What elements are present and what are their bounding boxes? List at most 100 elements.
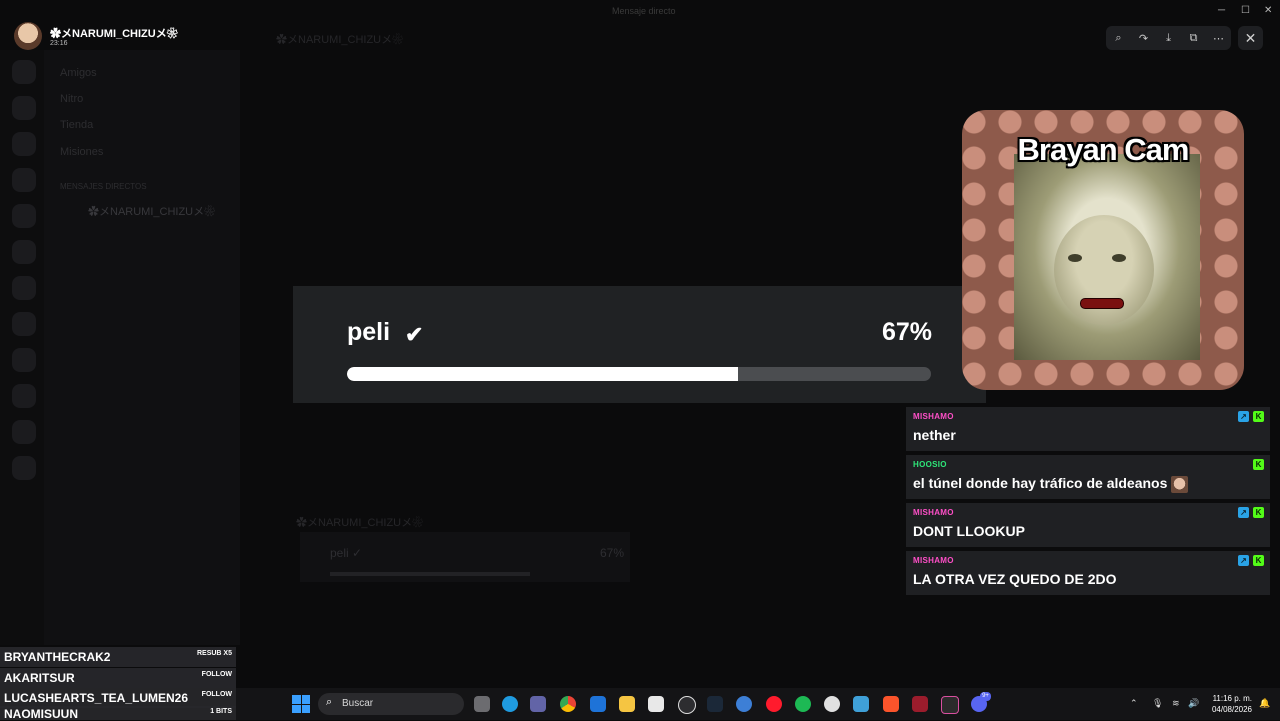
store-icon[interactable]: [648, 696, 664, 712]
search-icon: ⌕: [326, 696, 333, 708]
poll-percentage: 67%: [881, 318, 932, 346]
chat-text: DONT LLOOKUP: [913, 523, 1025, 539]
poll-title: peli: [347, 318, 391, 346]
webcam-overlay: Brayan Cam: [962, 110, 1244, 390]
cam-eye: [1112, 254, 1126, 262]
server-icon[interactable]: [12, 312, 36, 336]
chat-message: MISHAMO LA OTRA VEZ QUEDO DE 2DO ↗ K: [906, 551, 1270, 595]
edge-icon[interactable]: [502, 696, 518, 712]
minimize-icon[interactable]: ─: [1218, 5, 1225, 16]
avatar[interactable]: [14, 22, 42, 50]
event-tag: 1 BITS: [210, 708, 232, 715]
file-explorer-icon[interactable]: [619, 696, 635, 712]
sidebar-item-shop[interactable]: Tienda: [60, 119, 93, 133]
forward-icon[interactable]: ↷: [1135, 32, 1153, 45]
zoom-icon[interactable]: ⌕: [1110, 32, 1128, 45]
server-icon[interactable]: [12, 60, 36, 84]
server-icon[interactable]: [12, 420, 36, 444]
spotify-icon[interactable]: [795, 696, 811, 712]
chat-text-content: el túnel donde hay tráfico de aldeanos: [913, 475, 1168, 491]
server-icon[interactable]: [12, 168, 36, 192]
sidebar-item-friends[interactable]: Amigos: [60, 67, 97, 81]
chat-message: MISHAMO DONT LLOOKUP ↗ K: [906, 503, 1270, 547]
maximize-icon[interactable]: ☐: [1241, 5, 1250, 16]
chat-text: nether: [913, 427, 956, 443]
cam-title: Brayan Cam: [1017, 132, 1190, 167]
prime-badge-icon: ↗: [1238, 411, 1249, 422]
event-name: BRYANTHECRAK2: [4, 650, 111, 664]
chevron-up-icon[interactable]: ⌃: [1130, 698, 1138, 709]
event-name: AKARITSUR: [4, 671, 75, 685]
prime-badge-icon: ↗: [1238, 507, 1249, 518]
close-viewer-button[interactable]: ✕: [1238, 26, 1263, 50]
background-message-author: ✿メNARUMI_CHIZUメ❀: [296, 517, 424, 529]
open-external-icon[interactable]: ⧉: [1185, 32, 1203, 45]
opera-icon[interactable]: [766, 696, 782, 712]
background-server-list: [0, 50, 44, 645]
server-icon[interactable]: [12, 204, 36, 228]
more-icon[interactable]: ⋯: [1210, 32, 1228, 45]
chat-text: LA OTRA VEZ QUEDO DE 2DO: [913, 571, 1117, 587]
brave-icon[interactable]: [883, 696, 899, 712]
background-poll-title: peli ✓: [330, 546, 363, 560]
server-icon[interactable]: [12, 348, 36, 372]
event-item: BRYANTHECRAK2 RESUB X5: [0, 647, 236, 667]
teams-icon[interactable]: [530, 696, 546, 712]
event-tag: RESUB X5: [196, 650, 232, 657]
server-icon[interactable]: [12, 456, 36, 480]
sidebar-item-nitro[interactable]: Nitro: [60, 93, 83, 107]
background-poll-pct: 67%: [600, 546, 625, 560]
notification-badge: 9+: [980, 692, 991, 701]
volume-icon[interactable]: 🔊: [1188, 698, 1199, 709]
close-window-icon[interactable]: ✕: [1264, 5, 1272, 16]
taskbar-search[interactable]: [318, 693, 464, 715]
sidebar-item-quests[interactable]: Misiones: [60, 146, 103, 160]
event-tag: FOLLOW: [201, 691, 232, 698]
start-button[interactable]: [292, 695, 310, 713]
obs-icon[interactable]: [678, 696, 696, 714]
task-view-icon[interactable]: [474, 696, 490, 712]
event-name: LUCASHEARTS_TEA_LUMEN26: [4, 691, 189, 705]
terminal-icon[interactable]: [941, 696, 959, 714]
server-icon[interactable]: [12, 384, 36, 408]
media-viewer-toolbar: ⌕ ↷ ⤓ ⧉ ⋯: [1106, 26, 1231, 50]
check-icon: ✔: [405, 322, 424, 347]
server-icon[interactable]: [12, 240, 36, 264]
clock-time[interactable]: 11:16 p. m.: [1208, 694, 1252, 703]
mic-icon[interactable]: 🎙: [1152, 698, 1163, 709]
steam-icon[interactable]: [707, 696, 723, 712]
poll-progress-bar: [347, 367, 931, 381]
event-name: NAOMISUUN: [4, 707, 78, 721]
wifi-icon[interactable]: ≋: [1172, 698, 1180, 709]
event-tag: FOLLOW: [201, 671, 232, 678]
kick-badge-icon: K: [1253, 555, 1264, 566]
notifications-icon[interactable]: 🔔: [1259, 698, 1270, 709]
chrome-icon[interactable]: [560, 696, 576, 712]
timestamp: 23:16: [50, 40, 68, 47]
clock-date[interactable]: 04/08/2026: [1208, 705, 1252, 714]
chat-username: MISHAMO: [913, 556, 954, 565]
emote-icon: [1171, 475, 1189, 493]
app-icon[interactable]: [853, 696, 869, 712]
cam-mouth: [1080, 298, 1124, 309]
app-icon[interactable]: [912, 696, 928, 712]
app-icon[interactable]: [736, 696, 752, 712]
dm-item-active[interactable]: ✿メNARUMI_CHIZUメ❀: [88, 203, 215, 218]
server-icon[interactable]: [12, 132, 36, 156]
poll-progress-fill: [347, 367, 739, 381]
event-item: NAOMISUUN 1 BITS: [0, 706, 236, 721]
dm-section-label: MENSAJES DIRECTOS: [60, 182, 147, 191]
background-poll-bar: [330, 572, 530, 576]
chat-text: el túnel donde hay tráfico de aldeanos: [913, 475, 1189, 493]
chat-username: HOOSIO: [913, 460, 947, 469]
capcut-icon[interactable]: [824, 696, 840, 712]
event-item: AKARITSUR FOLLOW: [0, 668, 236, 688]
server-icon[interactable]: [12, 96, 36, 120]
mail-icon[interactable]: [590, 696, 606, 712]
download-icon[interactable]: ⤓: [1160, 32, 1178, 45]
background-poll-card: peli ✓ 67%: [300, 532, 630, 582]
server-icon[interactable]: [12, 276, 36, 300]
kick-badge-icon: K: [1253, 459, 1264, 470]
chat-message: HOOSIO el túnel donde hay tráfico de ald…: [906, 455, 1270, 499]
background-channel-title: ✿メNARUMI_CHIZUメ❀: [276, 34, 404, 46]
